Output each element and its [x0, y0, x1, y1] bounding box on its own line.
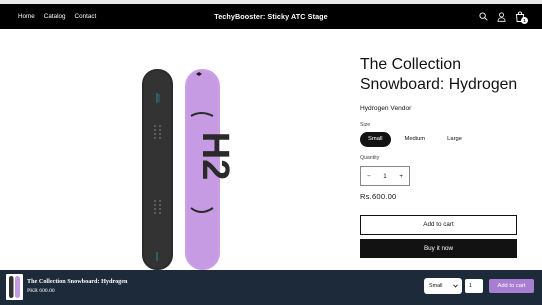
sticky-size-select[interactable]: Small	[424, 278, 462, 294]
size-options: Small Medium Large	[360, 132, 470, 147]
svg-text:H2: H2	[194, 132, 236, 181]
sticky-quantity-input[interactable]: 1	[465, 279, 483, 293]
size-option-large[interactable]: Large	[439, 132, 470, 147]
sticky-product-price: PKR 600.00	[27, 288, 55, 294]
quantity-stepper: − 1 +	[360, 166, 410, 186]
header-icons: 1	[479, 4, 528, 29]
cart-icon[interactable]: 1	[515, 11, 528, 24]
size-label: Size	[360, 122, 371, 128]
quantity-input[interactable]: 1	[383, 173, 386, 180]
product-vendor: Hydrogen Vendor	[360, 105, 412, 112]
sticky-add-to-cart-button[interactable]: Add to cart	[489, 279, 534, 293]
sticky-size-value: Small	[429, 283, 443, 289]
buy-now-button[interactable]: Buy it now	[360, 239, 517, 258]
size-option-medium[interactable]: Medium	[397, 132, 434, 147]
add-to-cart-button[interactable]: Add to cart	[360, 215, 517, 235]
site-header: Home Catalog Contact TechyBooster: Stick…	[0, 4, 542, 29]
sticky-product-thumbnail	[6, 274, 23, 300]
cart-count-badge: 1	[521, 17, 528, 24]
size-option-small[interactable]: Small	[360, 132, 391, 147]
product-image[interactable]: H2	[82, 56, 279, 270]
account-icon[interactable]	[497, 11, 506, 22]
product-price: Rs.600.00	[360, 192, 397, 201]
quantity-label: Quantity	[360, 155, 380, 161]
search-icon[interactable]	[479, 12, 488, 21]
quantity-minus-button[interactable]: −	[367, 173, 371, 180]
quantity-plus-button[interactable]: +	[399, 173, 403, 180]
product-title: The Collection Snowboard: Hydrogen	[360, 56, 518, 93]
store-brand[interactable]: TechyBooster: Sticky ATC Stage	[0, 4, 542, 29]
chevron-down-icon	[453, 284, 458, 288]
sticky-product-title: The Collection Snowboard: Hydrogen	[27, 278, 128, 285]
